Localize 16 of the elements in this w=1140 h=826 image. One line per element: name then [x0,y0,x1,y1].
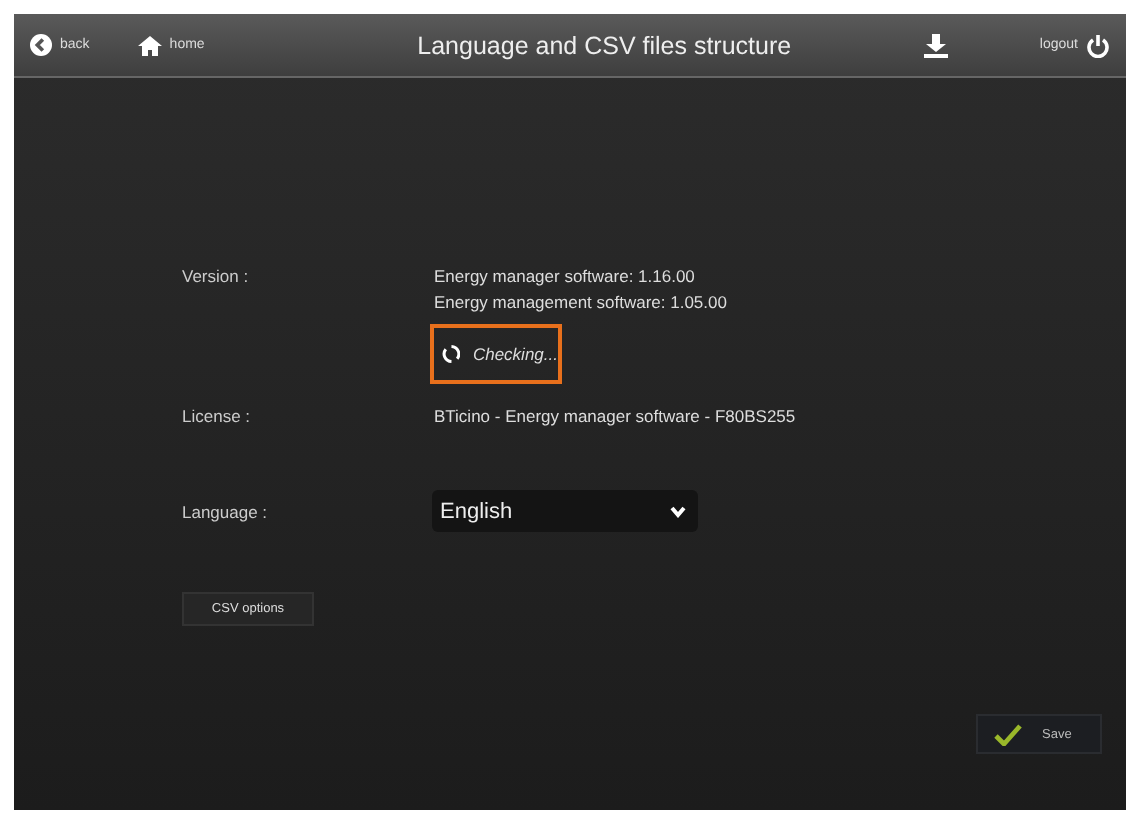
chevron-icon [670,505,686,517]
version-text: Energy management software: 1.05.00 [434,292,727,312]
home-icon [137,35,162,55]
power-icon [1086,33,1110,57]
field-label: License : [182,406,253,426]
field-label: Language : [182,501,270,521]
check-icon [994,723,1022,745]
page-title: Language and CSV files structure [415,31,794,59]
spinner-icon [442,344,461,364]
language-select[interactable]: English [432,490,698,532]
download-icon[interactable] [923,33,948,57]
version-text: Energy manager software: 1.16.00 [434,266,697,286]
field-label: Version : [182,266,251,290]
back-icon [30,34,52,56]
checking-status: Checking... [430,324,562,384]
license-text: BTicino - Energy manager software - F80BS255 [434,406,796,426]
